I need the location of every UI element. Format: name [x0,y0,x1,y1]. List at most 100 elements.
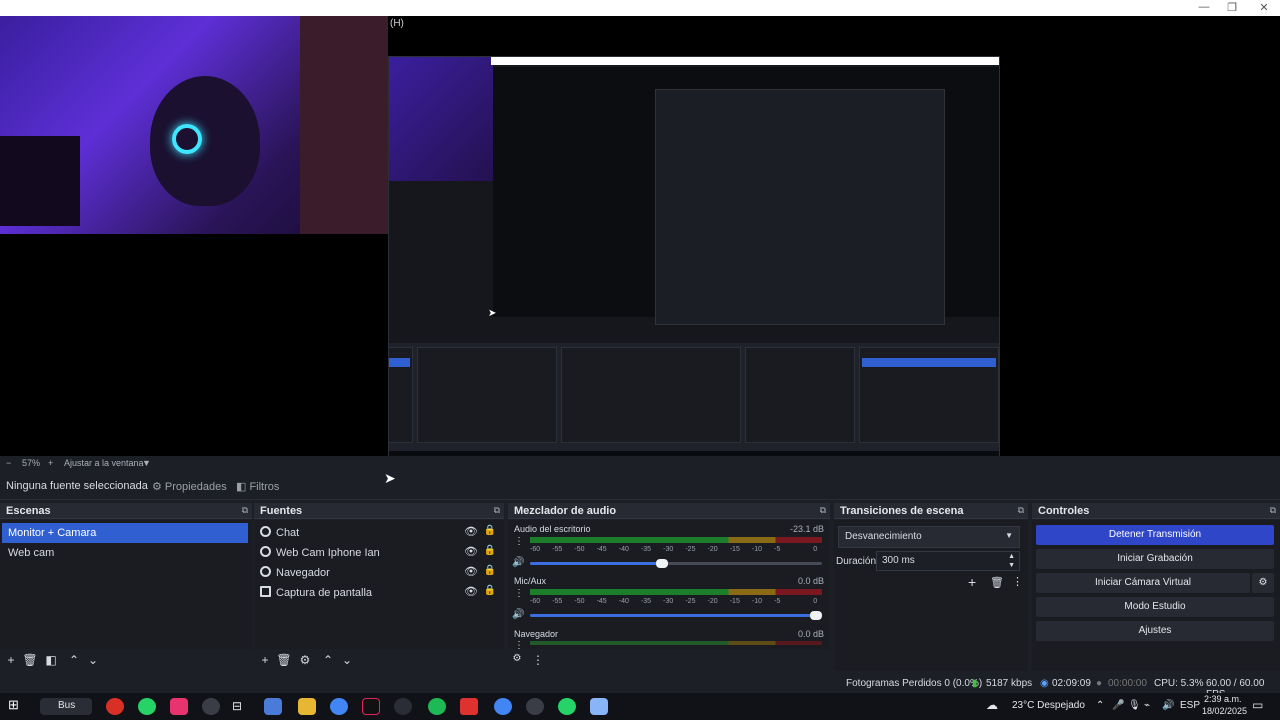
volume-slider[interactable] [530,611,822,620]
tiktok-icon[interactable] [362,698,380,715]
source-item[interactable]: Chat 👁 🔒 [254,523,504,543]
start-virtual-camera-button[interactable]: Iniciar Cámara Virtual [1036,573,1250,593]
captured-screen [388,56,1000,468]
more-icon[interactable]: ⋮ [514,588,524,599]
program-preview[interactable] [0,16,1280,468]
filters-button[interactable]: ◧ Filtros [236,480,279,493]
lock-icon[interactable]: 🔒 [484,525,496,536]
notepad-icon[interactable] [590,698,608,715]
remove-scene-button[interactable]: 🗑 [22,653,38,667]
virtual-camera-settings-button[interactable]: ⚙ [1252,573,1274,593]
remove-source-button[interactable]: 🗑 [276,653,292,667]
bitrate: 5187 kbps [986,678,1033,689]
source-item[interactable]: Navegador 👁 🔒 [254,563,504,583]
undock-icon[interactable]: ⧉ [494,505,500,516]
add-transition-button[interactable]: + [968,574,976,590]
lock-icon[interactable]: 🔒 [484,585,496,596]
transitions-dock: Transiciones de escena ⧉ Desvanecimiento … [834,503,1028,671]
minimize-icon[interactable]: — [1196,1,1212,13]
speaker-icon[interactable]: 🔊 [512,609,524,620]
duration-input[interactable]: 300 ms ▲ ▼ [876,551,1020,571]
settings-button[interactable]: Ajustes [1036,621,1274,641]
zoom-in-button[interactable]: + [48,458,53,468]
chrome-icon[interactable] [330,698,348,715]
cursor-icon: ➤ [488,308,497,319]
zoom-out-button[interactable]: − [6,458,11,468]
move-down-button[interactable]: ⌄ [339,653,355,667]
menu-help[interactable]: (H) [390,18,404,29]
chevron-down-icon[interactable]: ▼ [142,458,151,468]
undock-icon[interactable]: ⧉ [1018,505,1024,516]
whatsapp-icon[interactable] [558,698,576,715]
close-icon[interactable]: ✕ [1256,1,1272,14]
undock-icon[interactable]: ⧉ [1270,505,1276,516]
chrome-icon[interactable] [494,698,512,715]
add-source-button[interactable]: + [257,653,273,667]
mixer-menu-icon[interactable]: ⋮ [530,653,546,667]
app-icon[interactable] [264,698,282,715]
task-view-icon[interactable]: ⊟ [232,699,250,716]
maximize-icon[interactable]: ❐ [1224,1,1240,14]
scenes-title: Escenas [6,505,51,517]
studio-mode-button[interactable]: Modo Estudio [1036,597,1274,617]
scenes-dock: Escenas ⧉ Monitor + Camara Web cam + 🗑 ◧ … [0,503,252,671]
source-item[interactable]: Web Cam Iphone Ian 👁 🔒 [254,543,504,563]
source-item[interactable]: Captura de pantalla 👁 🔒 [254,583,504,603]
lock-icon[interactable]: 🔒 [484,545,496,556]
filter-icon: ◧ [236,481,250,493]
remove-transition-button[interactable]: 🗑 [990,576,1004,589]
undock-icon[interactable]: ⧉ [242,505,248,516]
volume-slider[interactable] [530,559,822,568]
fit-window-label[interactable]: Ajustar a la ventana [64,458,144,468]
stop-stream-button[interactable]: Detener Transmisión [1036,525,1274,545]
tray-chevron-icon[interactable]: ⌃ [1096,700,1104,711]
add-scene-button[interactable]: + [3,653,19,667]
scene-item[interactable]: Web cam [2,543,248,563]
notification-icon[interactable]: ▭ [1252,698,1263,712]
move-down-button[interactable]: ⌄ [85,653,101,667]
eye-icon[interactable]: 👁 [464,545,478,558]
search-box[interactable]: Bus [40,698,92,715]
eye-icon[interactable]: 👁 [464,565,478,578]
transition-select[interactable]: Desvanecimiento ▼ [838,526,1020,548]
steam-icon[interactable] [394,698,412,715]
clock-date[interactable]: 18/02/2025 [1202,706,1247,716]
more-icon[interactable]: ⋮ [514,536,524,547]
volume-knob[interactable] [656,559,668,568]
folder-icon[interactable] [298,698,316,715]
app-icon[interactable] [460,698,478,715]
move-up-button[interactable]: ⌃ [66,653,82,667]
stream-icon: ◉ [1040,678,1049,689]
mixer-settings-icon[interactable]: ⚙ [509,653,525,664]
whatsapp-icon[interactable] [138,698,156,715]
app-icon[interactable] [526,698,544,715]
channel-name: Navegador [514,629,559,639]
spin-arrows-icon[interactable]: ▲ ▼ [1008,552,1015,570]
stream-time: 02:09:09 [1052,678,1091,689]
undock-icon[interactable]: ⧉ [820,505,826,516]
scene-item[interactable]: Monitor + Camara [2,523,248,543]
obs-icon[interactable] [202,698,220,715]
clock-time[interactable]: 2:39 a.m. [1204,694,1242,704]
transition-menu-icon[interactable]: ⋮ [1012,575,1023,588]
windows-start-icon[interactable]: ⊞ [8,697,26,714]
itunes-icon[interactable] [170,698,188,715]
mouse-pointer-icon: ➤ [384,470,396,486]
zoom-level: 57% [22,458,41,468]
start-recording-button[interactable]: Iniciar Grabación [1036,549,1274,569]
language-indicator[interactable]: ESP [1180,700,1200,711]
speaker-icon[interactable]: 🔊 [512,557,524,568]
chrome-icon[interactable] [106,698,124,715]
spotify-icon[interactable] [428,698,446,715]
audio-meter [530,589,822,595]
lock-icon[interactable]: 🔒 [484,565,496,576]
eye-icon[interactable]: 👁 [464,585,478,598]
move-up-button[interactable]: ⌃ [320,653,336,667]
source-properties-button[interactable]: ⚙ [297,653,313,667]
duration-label: Duración [836,556,877,567]
properties-button[interactable]: ⚙ Propiedades [152,480,227,493]
volume-knob[interactable] [810,611,822,620]
scene-filters-button[interactable]: ◧ [43,653,59,667]
eye-icon[interactable]: 👁 [464,525,478,538]
more-icon[interactable]: ⋮ [514,640,524,649]
